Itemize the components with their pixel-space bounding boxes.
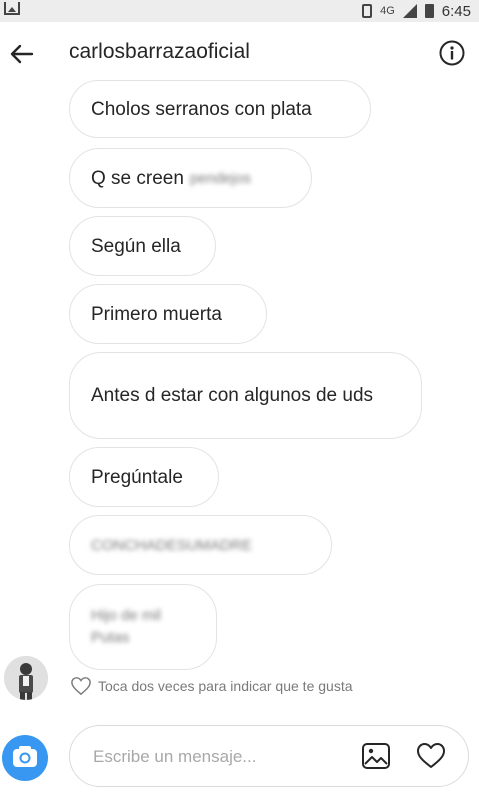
message-input[interactable]	[91, 742, 345, 772]
message-text: Primero muerta	[91, 303, 222, 325]
camera-icon	[13, 746, 37, 767]
message-text: Antes d estar con algunos de uds	[91, 385, 374, 406]
blurred-text: CONCHADESUMADRE	[91, 536, 252, 554]
network-type: 4G	[380, 5, 395, 17]
image-notification-icon	[4, 2, 20, 15]
chat-username[interactable]: carlosbarrazaoficial	[69, 40, 250, 64]
status-icons: 4G 6:45	[362, 0, 471, 22]
message-bubble[interactable]: Antes d estar con algunos de uds	[69, 352, 422, 439]
chat-header: carlosbarrazaoficial	[0, 22, 479, 86]
back-arrow-icon[interactable]	[8, 40, 36, 68]
blurred-word: pendejos	[189, 169, 251, 187]
message-bubble[interactable]: Cholos serranos con plata	[69, 80, 371, 138]
message-text: Cholos serranos con plata	[91, 98, 312, 120]
blurred-text: Hijo de mil Putas	[91, 607, 162, 646]
avatar[interactable]	[4, 656, 48, 700]
status-bar: 4G 6:45	[0, 0, 479, 22]
message-bubble[interactable]: Pregúntale	[69, 447, 219, 507]
message-text: Q se creen	[91, 167, 184, 189]
message-bubble[interactable]: CONCHADESUMADRE	[69, 515, 332, 575]
message-text: Pregúntale	[91, 466, 183, 488]
person-avatar-image	[4, 656, 48, 700]
camera-button[interactable]	[2, 735, 48, 781]
message-text: Según ella	[91, 235, 181, 257]
message-bubble[interactable]: Q se creen pendejos	[69, 148, 312, 208]
heart-outline-icon	[71, 677, 91, 696]
message-bubble[interactable]: Según ella	[69, 216, 216, 276]
vibrate-icon	[362, 4, 373, 18]
clock: 6:45	[441, 2, 471, 20]
like-hint-text: Toca dos veces para indicar que te gusta	[98, 678, 353, 694]
heart-icon[interactable]	[416, 742, 446, 770]
message-bubble[interactable]: Primero muerta	[69, 284, 267, 344]
battery-icon	[424, 4, 434, 18]
info-icon[interactable]	[439, 40, 465, 66]
like-hint: Toca dos veces para indicar que te gusta	[70, 676, 353, 696]
signal-icon	[402, 4, 417, 18]
message-composer	[69, 725, 469, 787]
message-bubble[interactable]: Hijo de mil Putas	[69, 584, 217, 670]
gallery-icon[interactable]	[361, 742, 391, 770]
